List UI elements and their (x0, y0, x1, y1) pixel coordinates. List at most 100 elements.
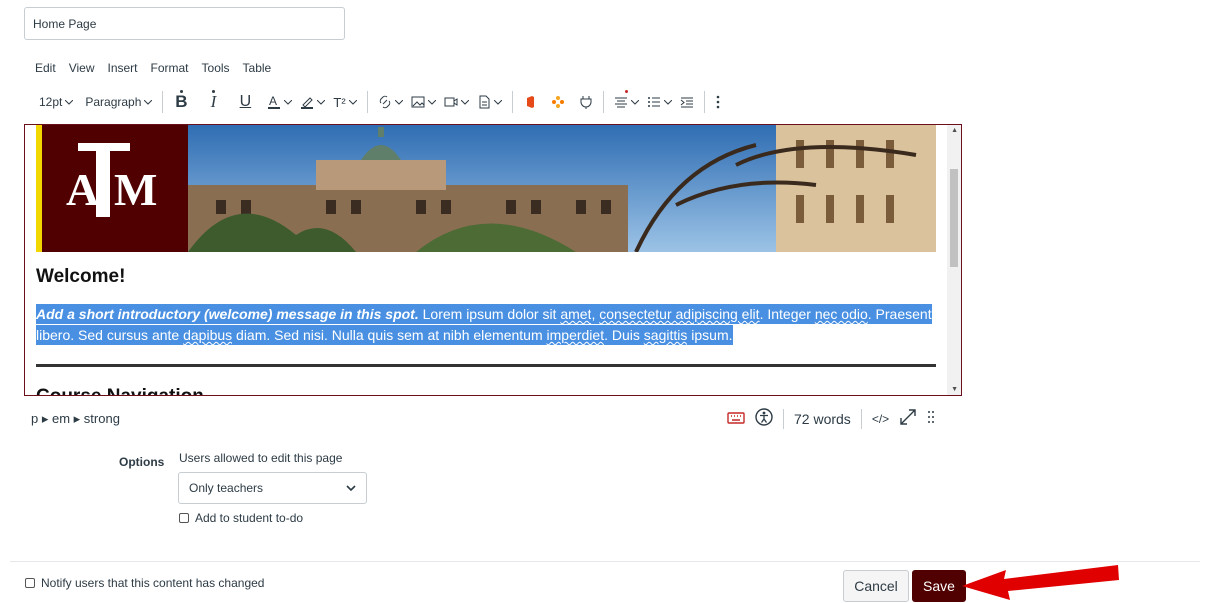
editor-toolbar: 12pt Paragraph B I U A T² (35, 88, 725, 116)
course-navigation-heading: Course Navigation (36, 386, 204, 395)
plug-icon (580, 96, 592, 109)
menu-table[interactable]: Table (243, 61, 272, 75)
office365-icon (526, 96, 534, 108)
active-dot (179, 90, 183, 93)
options-label: Options (119, 455, 165, 469)
italic-button[interactable]: I (201, 89, 225, 115)
editor-scrollbar[interactable]: ▲ ▼ (947, 125, 961, 395)
chevron-down-icon (144, 99, 153, 105)
apps-button[interactable] (547, 89, 569, 115)
document-button[interactable] (473, 89, 506, 115)
menu-tools[interactable]: Tools (202, 61, 230, 75)
banner-image: A M (36, 125, 936, 252)
welcome-paragraph: Add a short introductory (welcome) messa… (36, 304, 936, 346)
page-title-input[interactable] (24, 7, 345, 40)
paragraph-text: . Integer (759, 304, 815, 324)
status-right-group: 72 words </> (727, 408, 935, 429)
notify-users-option[interactable]: Notify users that this content has chang… (25, 576, 264, 590)
align-button[interactable] (610, 89, 643, 115)
student-todo-label: Add to student to-do (195, 511, 304, 525)
superscript-button[interactable]: T² (329, 89, 360, 115)
paragraph-text: ipsum. (687, 325, 733, 345)
spellcheck-word: amet (560, 304, 592, 324)
font-size-value: 12pt (39, 95, 63, 109)
cancel-button[interactable]: Cancel (843, 570, 909, 602)
chevron-down-icon (346, 485, 356, 491)
bold-icon: B (175, 92, 188, 111)
toolbar-divider (162, 91, 164, 113)
more-button[interactable] (711, 89, 725, 115)
menu-view[interactable]: View (69, 61, 95, 75)
scroll-down-icon[interactable]: ▼ (951, 386, 958, 393)
chevron-down-icon (427, 99, 436, 105)
keyboard-shortcuts-button[interactable] (727, 410, 745, 427)
superscript-icon: T² (333, 94, 346, 110)
student-todo-checkbox[interactable] (179, 513, 189, 523)
editor-menubar: Edit View Insert Format Tools Table (35, 61, 271, 75)
bold-button[interactable]: B (169, 89, 193, 115)
toolbar-divider (511, 91, 513, 113)
link-button[interactable] (374, 89, 407, 115)
block-format-select[interactable]: Paragraph (81, 89, 156, 115)
media-icon (444, 97, 458, 107)
image-button[interactable] (407, 89, 440, 115)
chevron-down-icon (630, 99, 639, 105)
horizontal-rule (36, 364, 936, 367)
notify-users-checkbox[interactable] (25, 578, 35, 588)
more-vertical-icon (716, 95, 719, 109)
edit-permission-select[interactable]: Only teachers (178, 472, 367, 504)
svg-text:A: A (66, 164, 99, 215)
highlighter-icon (301, 97, 314, 109)
chevron-down-icon (493, 99, 502, 105)
chevron-down-icon (284, 99, 293, 105)
paragraph-text: diam. Sed nisi. Nulla quis sem at nibh e… (232, 325, 547, 345)
expand-icon (900, 409, 916, 425)
resize-handle[interactable] (927, 409, 935, 428)
fullscreen-button[interactable] (899, 408, 917, 429)
chevron-down-icon (65, 99, 74, 105)
student-todo-option[interactable]: Add to student to-do (179, 511, 303, 525)
text-color-icon: A (268, 95, 281, 109)
accessibility-icon (755, 408, 773, 426)
toolbar-divider (602, 91, 604, 113)
html-editor-toggle[interactable]: </> (872, 412, 889, 426)
align-icon (614, 97, 627, 108)
edit-permission-label: Users allowed to edit this page (179, 451, 343, 465)
menu-insert[interactable]: Insert (107, 61, 137, 75)
status-divider (783, 408, 784, 429)
text-color-button[interactable]: A (263, 89, 296, 115)
image-icon (411, 96, 425, 108)
accessibility-checker-button[interactable] (755, 408, 773, 429)
apps-icon (551, 96, 564, 108)
active-dot (624, 90, 628, 93)
spellcheck-word: imperdiet (546, 325, 605, 345)
highlight-color-button[interactable] (296, 89, 329, 115)
link-icon (379, 95, 390, 109)
chevron-down-icon (348, 99, 357, 105)
scroll-up-icon[interactable]: ▲ (951, 127, 958, 134)
menu-edit[interactable]: Edit (35, 61, 56, 75)
drag-handle-icon (928, 411, 935, 423)
list-icon (647, 97, 660, 107)
svg-text:M: M (114, 164, 157, 215)
media-button[interactable] (440, 89, 473, 115)
rich-content-editor[interactable]: A M Welcome! Add a short introductory (w… (24, 124, 962, 396)
indent-button[interactable] (676, 89, 698, 115)
plugin-button[interactable] (575, 89, 597, 115)
list-button[interactable] (643, 89, 676, 115)
chevron-down-icon (460, 99, 469, 105)
underline-icon: U (239, 93, 252, 110)
office365-button[interactable] (519, 89, 541, 115)
active-dot (211, 90, 215, 93)
indent-icon (680, 97, 693, 108)
menu-format[interactable]: Format (151, 61, 189, 75)
toolbar-divider (703, 91, 705, 113)
spellcheck-word: sagittis (643, 325, 688, 345)
chevron-down-icon (663, 99, 672, 105)
edit-permission-value: Only teachers (189, 481, 264, 495)
font-size-select[interactable]: 12pt (35, 89, 77, 115)
underline-button[interactable]: U (233, 89, 257, 115)
scroll-thumb[interactable] (950, 169, 958, 267)
status-divider (860, 408, 862, 429)
word-count[interactable]: 72 words (794, 411, 851, 427)
